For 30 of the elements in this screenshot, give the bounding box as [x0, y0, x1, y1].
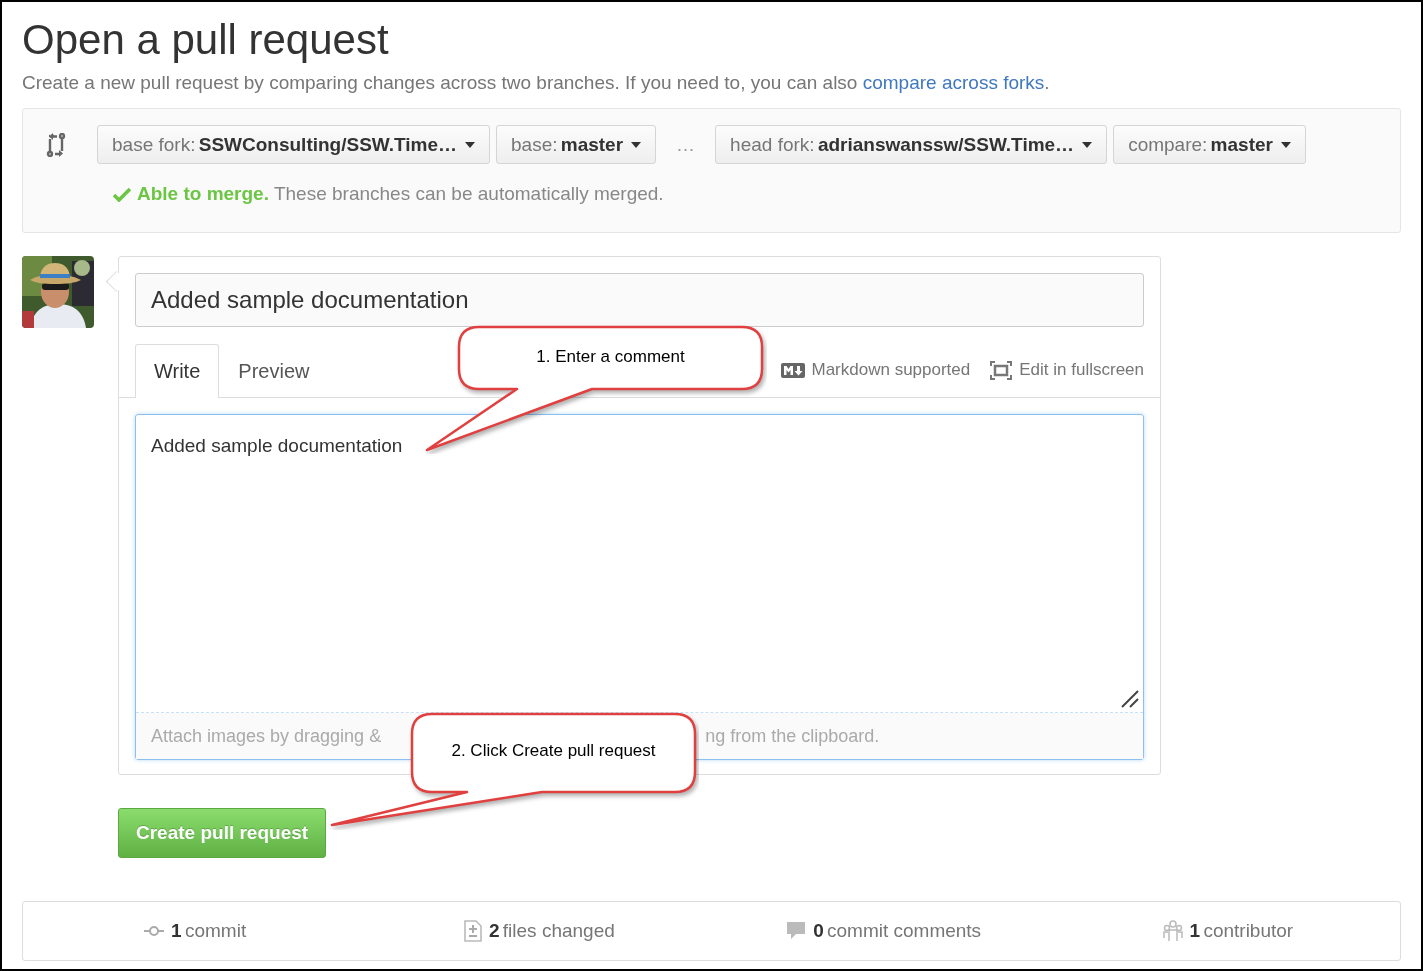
summary-link[interactable]: 2 files changed — [463, 920, 615, 942]
summary-link[interactable]: 1 contributor — [1162, 920, 1294, 942]
comment-icon — [786, 921, 807, 941]
caret-icon — [1082, 141, 1093, 148]
fullscreen-icon — [990, 360, 1013, 380]
branch-dropdown[interactable]: compare: master — [1113, 125, 1306, 164]
merge-status: Able to merge. These branches can be automatically merged. — [137, 183, 664, 205]
fullscreen-link[interactable]: Edit in fullscreen — [990, 343, 1144, 397]
caret-icon — [1280, 141, 1291, 148]
title-field[interactable]: Added sample documentation — [135, 273, 1144, 327]
markdown-icon — [780, 362, 805, 378]
compare-icon — [45, 132, 67, 157]
editor-tab[interactable]: Preview — [219, 344, 329, 398]
summary-link[interactable]: 1 commit — [144, 920, 247, 942]
editor-tab[interactable]: Write — [135, 344, 220, 398]
range-separator: … — [676, 133, 696, 156]
compare-forks-link[interactable]: compare across forks — [862, 72, 1045, 93]
branch-dropdown[interactable]: base: master — [496, 125, 657, 164]
resize-handle-icon[interactable] — [1120, 689, 1140, 709]
page-description: Create a new pull request by comparing changes across two branches. If you need to, you can also compare across forks. — [22, 71, 1050, 95]
branch-dropdown[interactable]: base fork: SSWConsulting/SSW.Time… — [97, 125, 490, 164]
markdown-hint: Markdown supported — [780, 343, 971, 397]
commit-icon — [144, 926, 165, 936]
file-diff-icon — [463, 920, 482, 942]
summary-link[interactable]: 0 commit comments — [786, 920, 982, 942]
people-icon — [1162, 920, 1183, 942]
caret-icon — [631, 141, 642, 148]
branch-dropdown[interactable]: head fork: adrianswanssw/SSW.Time… — [715, 125, 1108, 164]
caret-icon — [465, 141, 475, 148]
page-title: Open a pull request — [22, 16, 389, 64]
